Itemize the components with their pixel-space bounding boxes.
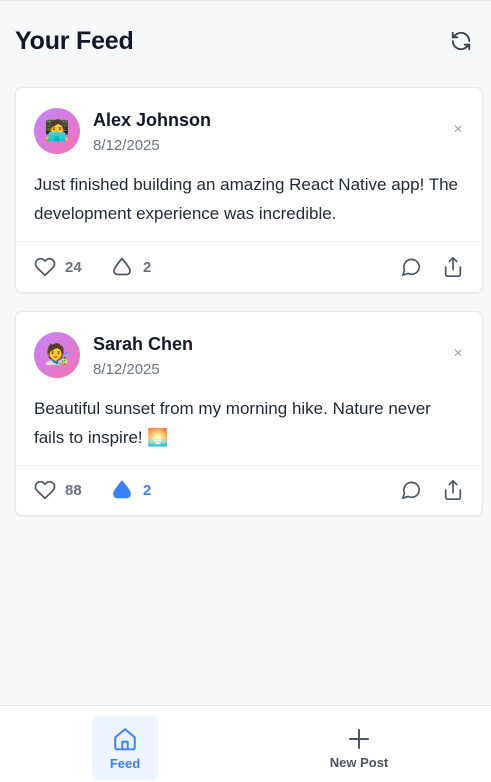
- share-icon: [444, 257, 462, 277]
- tab-new-post-label: New Post: [329, 754, 389, 770]
- post-actions: 88 2: [16, 466, 482, 514]
- drop-icon: [113, 257, 131, 276]
- tab-feed-label: Feed: [109, 755, 141, 771]
- bottom-tab-bar: Feed New Post: [0, 705, 491, 782]
- drop-button[interactable]: 2: [110, 243, 151, 291]
- tab-feed[interactable]: Feed: [92, 716, 158, 780]
- post-date: 8/12/2025: [93, 361, 160, 378]
- like-count: 88: [65, 481, 82, 499]
- tab-new-post[interactable]: New Post: [320, 716, 398, 780]
- close-icon[interactable]: ×: [450, 122, 466, 138]
- share-button[interactable]: [442, 243, 464, 291]
- drop-count: 2: [143, 258, 152, 276]
- post-author[interactable]: Alex Johnson: [93, 110, 211, 131]
- like-button[interactable]: 88: [34, 466, 82, 514]
- like-button[interactable]: 24: [34, 243, 82, 291]
- page-title: Your Feed: [15, 26, 134, 55]
- post-author[interactable]: Sarah Chen: [93, 334, 193, 355]
- post-actions: 24 2: [16, 243, 482, 291]
- share-icon: [444, 480, 462, 500]
- drop-icon-filled: [113, 480, 131, 499]
- post-date: 8/12/2025: [93, 137, 160, 154]
- post-card: 🧑‍🎨 Sarah Chen 8/12/2025 × Beautiful sun…: [15, 311, 483, 516]
- post-card: 🧑‍💻 Alex Johnson 8/12/2025 × Just finish…: [15, 87, 483, 293]
- refresh-button[interactable]: [447, 27, 475, 55]
- comment-icon: [401, 481, 421, 500]
- drop-button[interactable]: 2: [110, 466, 151, 514]
- avatar[interactable]: 🧑‍💻: [34, 108, 80, 154]
- home-icon: [114, 727, 136, 750]
- refresh-icon: [451, 31, 471, 51]
- comment-button[interactable]: [400, 466, 422, 514]
- heart-icon: [34, 257, 56, 277]
- avatar[interactable]: 🧑‍🎨: [34, 332, 80, 378]
- close-icon[interactable]: ×: [450, 346, 466, 362]
- like-count: 24: [65, 258, 82, 276]
- post-content: Beautiful sunset from my morning hike. N…: [34, 399, 431, 447]
- share-button[interactable]: [442, 466, 464, 514]
- comment-icon: [401, 258, 421, 277]
- comment-button[interactable]: [400, 243, 422, 291]
- plus-icon: [349, 728, 369, 749]
- drop-count: 2: [143, 481, 152, 499]
- post-content: Just finished building an amazing React …: [34, 175, 458, 223]
- divider: [16, 241, 482, 242]
- heart-icon: [34, 480, 56, 500]
- feed-header: Your Feed: [0, 1, 491, 81]
